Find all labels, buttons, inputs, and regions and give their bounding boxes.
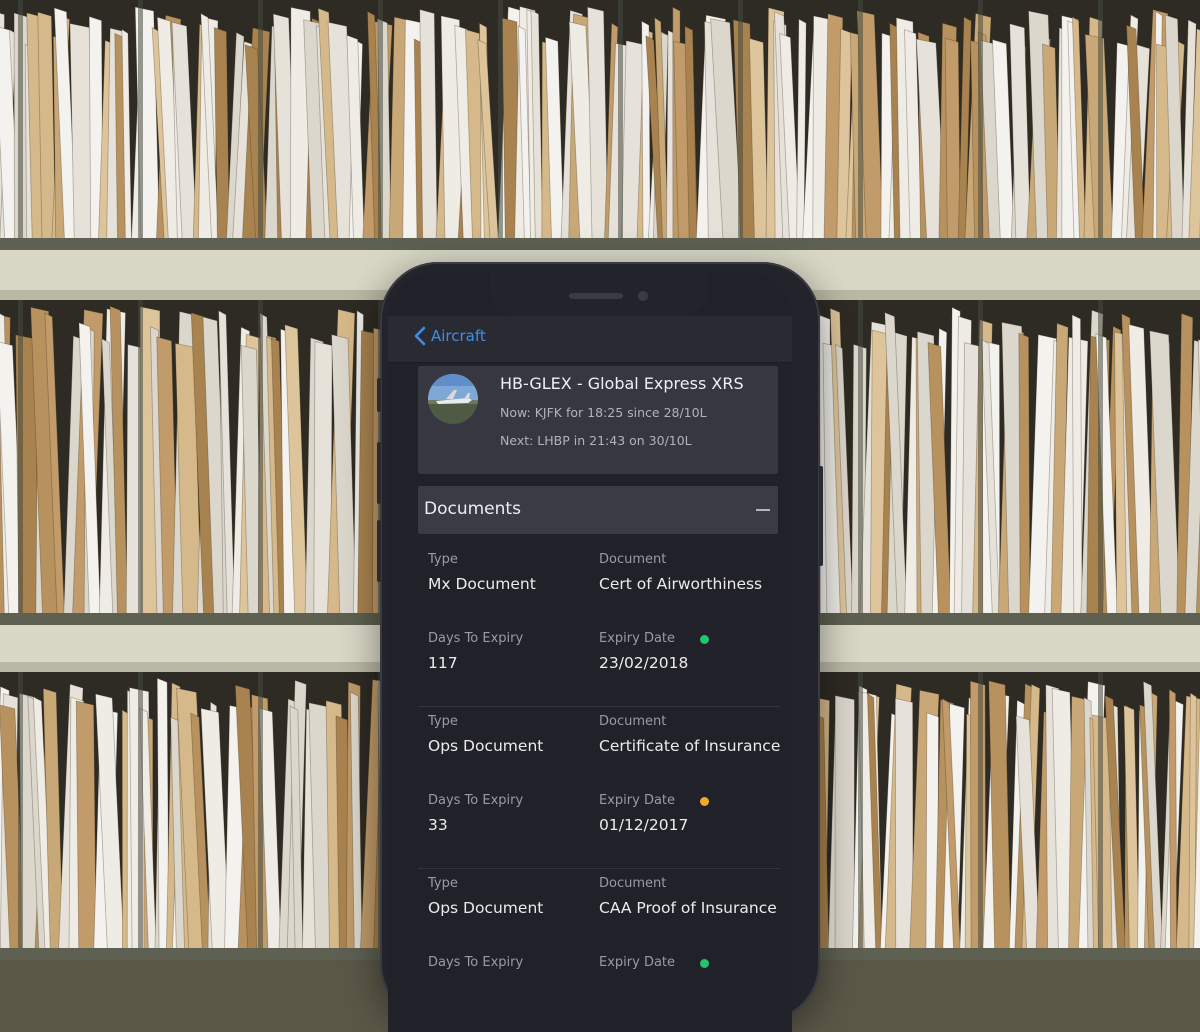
days-to-expiry-label: Days To Expiry: [428, 955, 524, 970]
status-green-icon: [700, 959, 709, 968]
volume-up-button: [377, 442, 381, 504]
days-to-expiry: 117: [428, 654, 458, 672]
speaker-grille: [569, 293, 623, 299]
power-button: [819, 466, 823, 566]
navigation-bar: Aircraft: [388, 316, 792, 363]
mute-switch: [377, 378, 381, 412]
document-entry[interactable]: Type Ops Document Document CAA Proof of …: [418, 868, 780, 1030]
document-name: CAA Proof of Insurance: [599, 899, 777, 917]
app-screen: Aircraft HB-GLEX - Global Express XRS No…: [388, 272, 792, 1032]
aircraft-next-leg: Next: LHBP in 21:43 on 30/10L: [500, 433, 692, 448]
documents-title: Documents: [424, 499, 521, 519]
front-camera: [638, 291, 648, 301]
aircraft-avatar: [428, 374, 478, 424]
back-button-label: Aircraft: [431, 327, 486, 345]
status-green-icon: [700, 635, 709, 644]
expiry-date-label: Expiry Date: [599, 793, 676, 808]
document-label: Document: [599, 714, 667, 729]
document-type: Mx Document: [428, 575, 536, 593]
document-name: Cert of Airworthiness: [599, 575, 763, 593]
chevron-left-icon: [414, 326, 426, 346]
phone-mockup: Aircraft HB-GLEX - Global Express XRS No…: [377, 262, 823, 1032]
document-label: Document: [599, 876, 667, 891]
collapse-icon[interactable]: [756, 509, 770, 511]
expiry-date: 23/02/2018: [599, 654, 689, 672]
type-label: Type: [428, 714, 458, 729]
volume-down-button: [377, 520, 381, 582]
document-type: Ops Document: [428, 899, 544, 917]
status-amber-icon: [700, 797, 709, 806]
expiry-date-label: Expiry Date: [599, 955, 676, 970]
phone-notch: [490, 272, 708, 316]
expiry-date-label: Expiry Date: [599, 631, 676, 646]
document-type: Ops Document: [428, 737, 544, 755]
days-to-expiry: 33: [428, 816, 448, 834]
expiry-date: 01/12/2017: [599, 816, 689, 834]
days-to-expiry-label: Days To Expiry: [428, 793, 524, 808]
document-entry[interactable]: Type Ops Document Document Certificate o…: [418, 706, 780, 869]
type-label: Type: [428, 876, 458, 891]
aircraft-current-location: Now: KJFK for 18:25 since 28/10L: [500, 405, 707, 420]
back-button[interactable]: Aircraft: [414, 326, 486, 346]
document-name: Certificate of Insurance: [599, 737, 781, 755]
document-entry[interactable]: Type Mx Document Document Cert of Airwor…: [418, 544, 780, 707]
aircraft-title: HB-GLEX - Global Express XRS: [500, 374, 744, 393]
document-label: Document: [599, 552, 667, 567]
days-to-expiry-label: Days To Expiry: [428, 631, 524, 646]
aircraft-summary-card[interactable]: HB-GLEX - Global Express XRS Now: KJFK f…: [418, 366, 778, 474]
type-label: Type: [428, 552, 458, 567]
documents-section-header[interactable]: Documents: [418, 486, 778, 534]
